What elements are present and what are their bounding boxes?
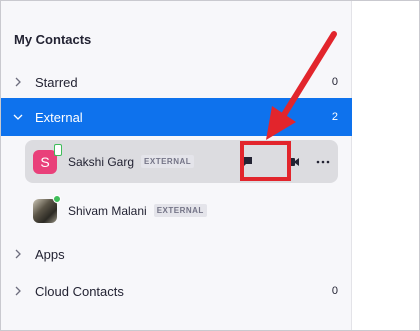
annotation-arrow-icon (266, 31, 337, 140)
